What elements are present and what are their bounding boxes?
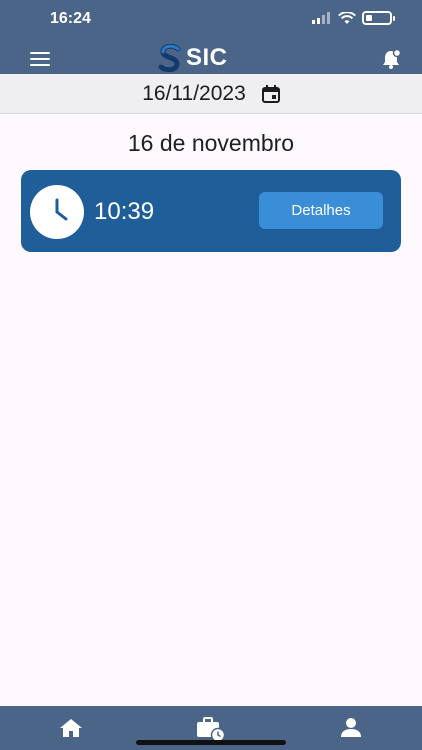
- app-header: 16:24 SIC: [0, 0, 422, 74]
- calendar-icon[interactable]: [261, 84, 280, 103]
- wifi-icon: [338, 11, 356, 24]
- status-icons: [312, 11, 395, 25]
- notifications-button[interactable]: [380, 48, 402, 70]
- entry-time: 10:39: [94, 198, 155, 225]
- menu-line: [30, 52, 50, 54]
- menu-line: [30, 58, 50, 60]
- date-selector[interactable]: 16/11/2023: [0, 74, 422, 114]
- brand-name: SIC: [186, 44, 228, 71]
- details-button[interactable]: Detalhes: [259, 192, 383, 229]
- battery-icon: [362, 11, 395, 25]
- status-time: 16:24: [50, 10, 91, 27]
- logo-s-icon: [158, 44, 181, 72]
- home-icon[interactable]: [59, 718, 83, 738]
- menu-button[interactable]: [30, 52, 50, 66]
- selected-date[interactable]: 16/11/2023: [142, 82, 246, 106]
- home-indicator: [136, 740, 286, 745]
- briefcase-clock-icon[interactable]: [196, 716, 226, 742]
- cellular-icon: [312, 12, 330, 24]
- time-entry-card: 10:39 Detalhes: [21, 170, 401, 252]
- clock-icon: [30, 185, 84, 239]
- user-icon[interactable]: [340, 718, 362, 738]
- brand-logo: SIC: [158, 44, 228, 72]
- bell-icon: [383, 48, 402, 69]
- menu-line: [30, 64, 50, 66]
- day-title: 16 de novembro: [127, 130, 295, 156]
